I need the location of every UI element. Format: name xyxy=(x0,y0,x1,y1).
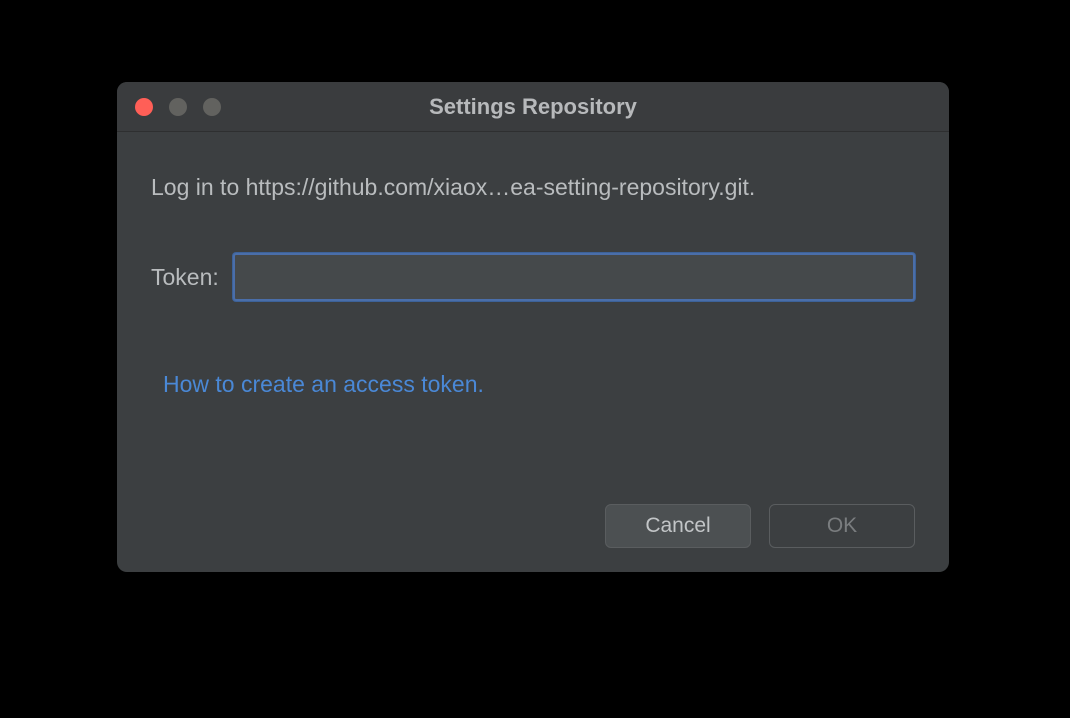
maximize-icon[interactable] xyxy=(203,98,221,116)
cancel-button[interactable]: Cancel xyxy=(605,504,751,548)
window-controls xyxy=(135,98,221,116)
ok-button[interactable]: OK xyxy=(769,504,915,548)
settings-repository-dialog: Settings Repository Log in to https://gi… xyxy=(117,82,949,572)
dialog-title: Settings Repository xyxy=(117,94,949,120)
login-instruction-text: Log in to https://github.com/xiaox…ea-se… xyxy=(151,174,915,201)
token-label: Token: xyxy=(151,264,219,291)
dialog-content: Log in to https://github.com/xiaox…ea-se… xyxy=(117,132,949,572)
dialog-buttons: Cancel OK xyxy=(151,504,915,548)
titlebar: Settings Repository xyxy=(117,82,949,132)
close-icon[interactable] xyxy=(135,98,153,116)
token-input[interactable] xyxy=(233,253,915,301)
minimize-icon[interactable] xyxy=(169,98,187,116)
help-link[interactable]: How to create an access token. xyxy=(163,371,915,398)
token-field-row: Token: xyxy=(151,253,915,301)
